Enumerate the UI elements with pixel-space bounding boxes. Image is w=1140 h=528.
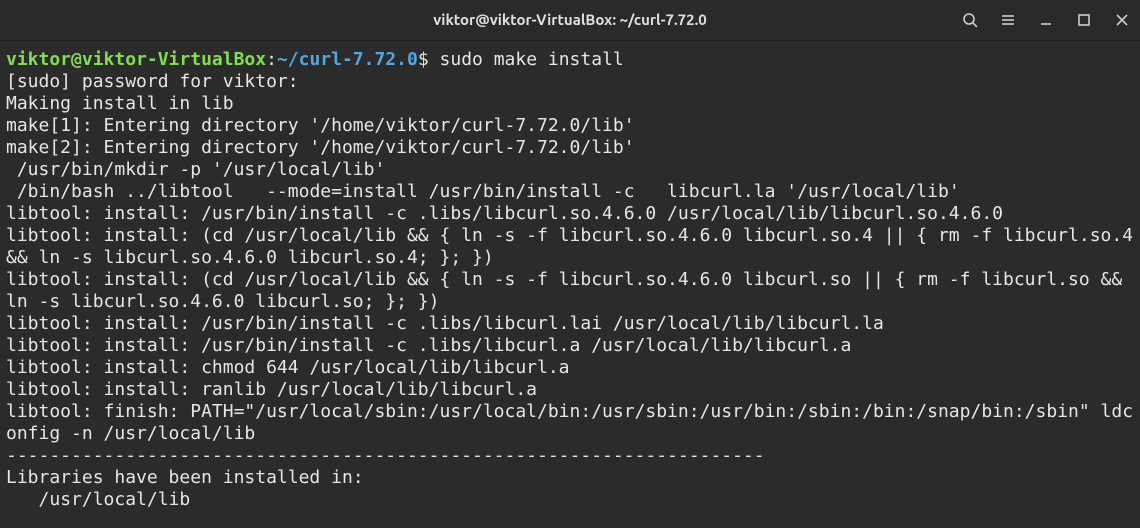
window-controls	[960, 10, 1132, 30]
terminal-area[interactable]: viktor@viktor-VirtualBox:~/curl-7.72.0$ …	[0, 41, 1140, 517]
search-icon[interactable]	[960, 10, 980, 30]
prompt-path: ~/curl-7.72.0	[277, 49, 418, 70]
maximize-button[interactable]	[1074, 10, 1094, 30]
output-line: /usr/bin/mkdir -p '/usr/local/lib'	[6, 159, 385, 180]
output-line: make[1]: Entering directory '/home/vikto…	[6, 115, 635, 136]
output-line: libtool: finish: PATH="/usr/local/sbin:/…	[6, 401, 1133, 444]
window-title: viktor@viktor-VirtualBox: ~/curl-7.72.0	[433, 9, 706, 31]
prompt-colon: :	[266, 49, 277, 70]
output-line: libtool: install: /usr/bin/install -c .l…	[6, 335, 851, 356]
output-line: Making install in lib	[6, 93, 234, 114]
output-line: /usr/local/lib	[6, 489, 190, 510]
output-line: libtool: install: (cd /usr/local/lib && …	[6, 225, 1140, 268]
minimize-button[interactable]	[1036, 10, 1056, 30]
prompt-sigil: $	[418, 49, 429, 70]
output-line: [sudo] password for viktor:	[6, 71, 299, 92]
separator-line: ----------------------------------------…	[6, 445, 765, 466]
output-line: libtool: install: (cd /usr/local/lib && …	[6, 269, 1133, 312]
output-line: libtool: install: ranlib /usr/local/lib/…	[6, 379, 537, 400]
prompt-user-host: viktor@viktor-VirtualBox	[6, 49, 266, 70]
close-button[interactable]	[1112, 10, 1132, 30]
output-line: libtool: install: /usr/bin/install -c .l…	[6, 313, 884, 334]
output-line: /bin/bash ../libtool --mode=install /usr…	[6, 181, 960, 202]
output-line: Libraries have been installed in:	[6, 467, 364, 488]
output-line: make[2]: Entering directory '/home/vikto…	[6, 137, 635, 158]
menu-icon[interactable]	[998, 10, 1018, 30]
output-line: libtool: install: /usr/bin/install -c .l…	[6, 203, 1003, 224]
window-titlebar: viktor@viktor-VirtualBox: ~/curl-7.72.0	[0, 0, 1140, 41]
output-line: libtool: install: chmod 644 /usr/local/l…	[6, 357, 570, 378]
command-text: sudo make install	[440, 49, 624, 70]
